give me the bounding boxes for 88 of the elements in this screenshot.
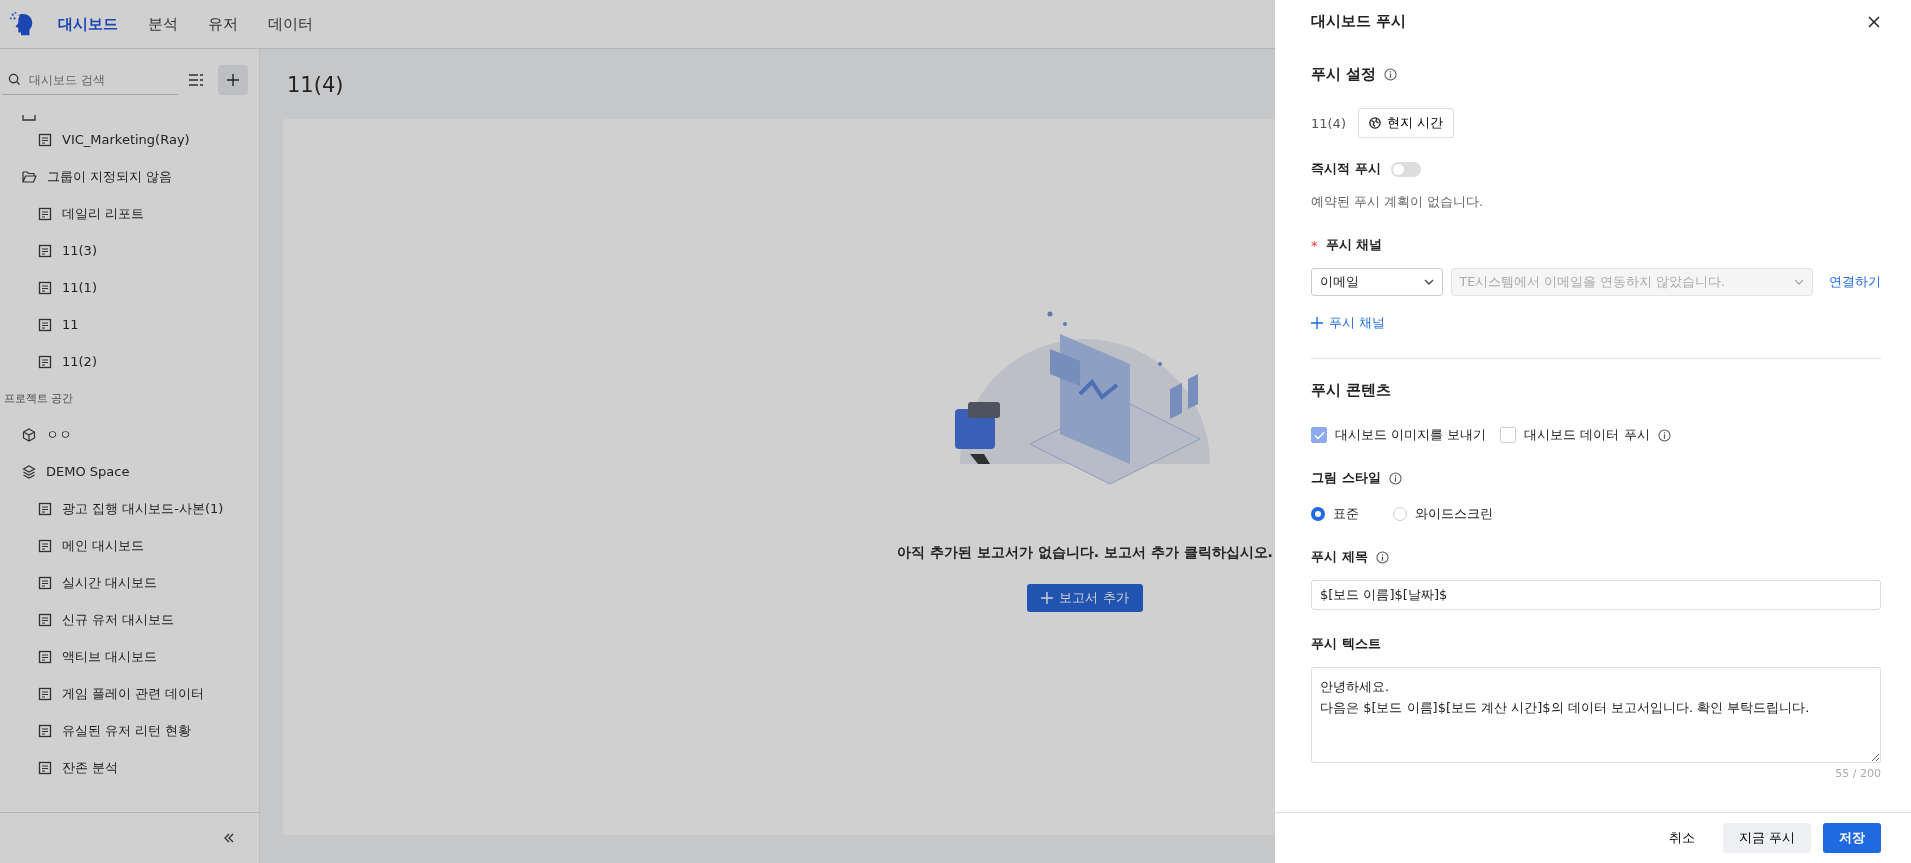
add-report-button[interactable]: 보고서 추가: [1027, 584, 1143, 612]
plus-icon: [1041, 592, 1054, 604]
chevron-down-icon: [1423, 279, 1434, 285]
list-view-icon[interactable]: [188, 73, 204, 87]
document-icon: [38, 206, 52, 221]
tree-item[interactable]: 그룹이 지정되지 않음: [0, 158, 259, 195]
radio-label: 표준: [1333, 505, 1359, 523]
dashboard-name: 11(4): [1311, 115, 1346, 131]
page-title: 11(4): [287, 73, 344, 97]
nav-tab[interactable]: 데이터: [268, 14, 313, 34]
tree-item[interactable]: 신규 유저 대시보드: [0, 601, 259, 638]
nav-tab[interactable]: 분석: [148, 14, 178, 34]
collapse-icon[interactable]: [223, 833, 235, 843]
channel-select[interactable]: 이메일: [1311, 268, 1443, 296]
add-channel-link[interactable]: 푸시 채널: [1311, 314, 1386, 332]
text-area[interactable]: 안녕하세요. 다음은 $[보드 이름]$[보드 계산 시간]$의 데이터 보고서입니다. 확인 부탁드립니다.: [1311, 667, 1881, 763]
info-icon: [1657, 428, 1671, 442]
info-icon: [1384, 68, 1398, 81]
tree-item[interactable]: 11(1): [0, 269, 259, 306]
chevron-down-icon: [1794, 279, 1804, 285]
save-button[interactable]: 저장: [1823, 823, 1881, 853]
plus-icon: [226, 73, 240, 87]
timezone-button[interactable]: 현지 시간: [1357, 108, 1455, 138]
document-icon: [38, 723, 52, 738]
document-icon: [38, 575, 52, 590]
tree-item[interactable]: 11: [0, 306, 259, 343]
checkbox-label: 대시보드 이미지를 보내기: [1335, 426, 1487, 444]
required-mark: *: [1311, 237, 1318, 253]
checkbox-label: 대시보드 데이터 푸시: [1524, 426, 1650, 444]
tree-item[interactable]: 메인 대시보드: [0, 527, 259, 564]
tree-item[interactable]: 11(2): [0, 343, 259, 380]
section-heading: 푸시 설정: [1311, 65, 1377, 84]
tree-item[interactable]: ㅇㅇ: [0, 416, 259, 453]
title-label: 푸시 제목: [1311, 548, 1368, 566]
text-label: 푸시 텍스트: [1311, 635, 1381, 653]
nav-tab[interactable]: 대시보드: [58, 14, 118, 34]
tree-item[interactable]: 실시간 대시보드: [0, 564, 259, 601]
document-icon: [38, 501, 52, 516]
checkbox[interactable]: [1311, 427, 1327, 443]
tree-item[interactable]: 데일리 리포트: [0, 195, 259, 232]
tree-item[interactable]: VIC_Marketing(Ray): [0, 121, 259, 158]
cube-icon: [22, 427, 36, 442]
document-icon: [38, 686, 52, 701]
tree-item[interactable]: 액티브 대시보드: [0, 638, 259, 675]
channel-label: 푸시 채널: [1325, 236, 1383, 254]
document-icon: [38, 354, 52, 369]
document-icon: [38, 243, 52, 258]
radio-button[interactable]: [1311, 507, 1325, 521]
tree-item[interactable]: 11(3): [0, 232, 259, 269]
folder-icon: [22, 169, 37, 184]
connect-link[interactable]: 연결하기: [1829, 273, 1881, 291]
toggle-switch[interactable]: [1390, 161, 1421, 177]
radio-label: 와이드스크린: [1415, 505, 1493, 523]
tree-item[interactable]: 게임 플레이 관련 데이터: [0, 675, 259, 712]
instant-push-label: 즉시적 푸시: [1311, 160, 1381, 178]
folder-icon: [22, 115, 36, 121]
tree-item[interactable]: 유실된 유저 리턴 현황: [0, 712, 259, 749]
document-icon: [38, 317, 52, 332]
search-field[interactable]: 대시보드 검색: [27, 71, 171, 88]
tree-item[interactable]: 잔존 분석: [0, 749, 259, 786]
nav-tab[interactable]: 유저: [208, 14, 238, 34]
layers-icon: [22, 464, 36, 479]
globe-icon: [1368, 117, 1381, 129]
drawer-title: 대시보드 푸시: [1311, 12, 1407, 31]
document-icon: [38, 649, 52, 664]
character-counter: 55 / 200: [1834, 767, 1881, 780]
plus-icon: [1311, 317, 1323, 329]
section-heading: 푸시 콘텐츠: [1311, 381, 1393, 400]
document-icon: [38, 612, 52, 627]
schedule-note: 예약된 푸시 계획이 없습니다.: [1311, 194, 1484, 211]
search-icon: [8, 73, 21, 86]
checkbox[interactable]: [1500, 427, 1517, 443]
tree-item[interactable]: DEMO Space: [0, 453, 259, 490]
section-label: 프로젝트 공간: [3, 390, 75, 407]
empty-message: 아직 추가된 보고서가 없습니다. 보고서 추가 클릭하십시오.: [897, 544, 1273, 562]
document-icon: [38, 538, 52, 553]
push-now-button[interactable]: 지금 푸시: [1722, 823, 1811, 853]
info-icon: [1388, 471, 1402, 485]
document-icon: [38, 760, 52, 775]
document-icon: [38, 132, 52, 147]
title-input[interactable]: $[보드 이름]$[날짜]$: [1311, 580, 1881, 610]
tree-item[interactable]: 광고 집행 대시보드-사본(1): [0, 490, 259, 527]
add-button[interactable]: [218, 65, 248, 95]
check-icon: [1313, 430, 1325, 440]
info-icon: [1375, 550, 1389, 564]
style-label: 그림 스타일: [1311, 469, 1381, 487]
document-icon: [38, 280, 52, 295]
close-icon[interactable]: [1867, 14, 1881, 29]
